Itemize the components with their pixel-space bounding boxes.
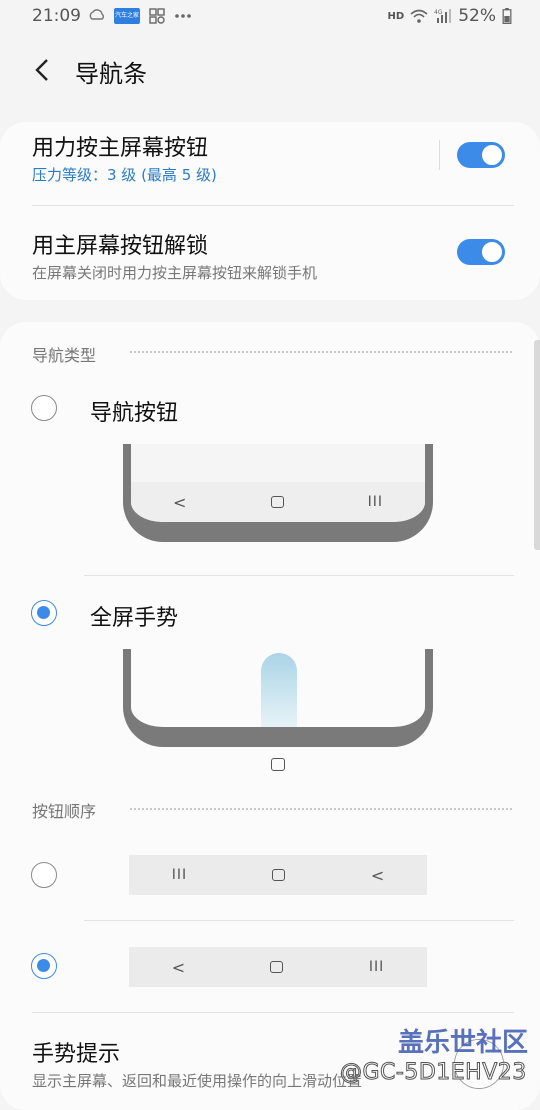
gestures-radio[interactable] (31, 600, 57, 626)
back-button[interactable] (22, 50, 62, 90)
order-option-2-bar[interactable]: < III (129, 947, 427, 987)
app-badge-icon: 汽车之家 (114, 8, 140, 24)
gestures-label[interactable]: 全屏手势 (90, 600, 178, 632)
recents-nav-icon: III (367, 494, 383, 510)
signal-icon: 4G (434, 9, 452, 23)
back-nav-icon: < (370, 865, 385, 885)
home-nav-icon (272, 869, 286, 881)
status-time: 21:09 (32, 6, 81, 26)
divider (32, 205, 514, 206)
order-option-1-radio[interactable] (31, 862, 57, 888)
order-option-2-radio[interactable] (31, 953, 57, 979)
nav-buttons-radio[interactable] (31, 395, 57, 421)
section-divider (130, 808, 512, 810)
force-press-toggle[interactable] (457, 142, 505, 168)
toggle-knob (480, 143, 504, 167)
divider (32, 1012, 514, 1013)
recents-nav-icon: III (171, 867, 188, 883)
home-hint-icon (271, 758, 285, 771)
gesture-hint-subtitle: 显示主屏幕、返回和最近使用操作的向上滑动位置 (32, 1072, 363, 1090)
gesture-swipe-indicator (261, 653, 297, 727)
gesture-hint-title: 手势提示 (32, 1042, 121, 1067)
back-nav-icon: < (171, 957, 186, 977)
network-label: 4G (434, 9, 443, 16)
order-option-1-bar[interactable]: III < (129, 855, 427, 895)
nav-type-label: 导航类型 (32, 346, 97, 365)
notification-icons: 汽车之家 (88, 8, 192, 24)
unlock-subtitle: 在屏幕关闭时用力按主屏幕按钮来解锁手机 (32, 264, 318, 282)
gestures-preview[interactable] (123, 649, 433, 747)
grid-app-icon (149, 8, 165, 24)
divider (439, 140, 440, 170)
home-button-settings-card: 用力按主屏幕按钮 压力等级：3 级 (最高 5 级) 用主屏幕按钮解锁 在屏幕关… (0, 122, 540, 300)
battery-icon (502, 8, 512, 24)
hd-badge: HD (387, 10, 405, 22)
back-nav-icon: < (173, 492, 187, 512)
button-order-label: 按钮顺序 (32, 802, 97, 821)
app-header: 导航条 (0, 40, 540, 100)
divider (84, 575, 514, 576)
force-press-title: 用力按主屏幕按钮 (32, 136, 209, 161)
nav-buttons-label[interactable]: 导航按钮 (90, 395, 178, 427)
back-arrow-icon (35, 59, 48, 81)
system-icons: HD 4G 52% (388, 6, 512, 26)
section-divider (130, 351, 512, 353)
nav-buttons-preview[interactable]: < III (123, 444, 433, 542)
watermark-user: @GC-5D1EHV23 (340, 1060, 527, 1086)
home-nav-icon (270, 961, 284, 973)
preview-navbar: < III (131, 482, 425, 522)
wifi-icon (410, 9, 428, 23)
unlock-title: 用主屏幕按钮解锁 (32, 234, 209, 259)
toggle-knob (480, 240, 504, 264)
battery-percent: 52% (458, 6, 496, 26)
force-press-subtitle: 压力等级：3 级 (最高 5 级) (32, 166, 217, 184)
edge-panel-handle[interactable] (534, 340, 540, 550)
divider (84, 920, 514, 921)
watermark-site: 盖乐世社区 (397, 1028, 528, 1058)
page-title: 导航条 (75, 60, 147, 88)
status-bar: 21:09 汽车之家 HD 4G 52% (0, 0, 540, 34)
cloud-icon (89, 9, 104, 20)
more-icon (175, 14, 191, 18)
recents-nav-icon: III (368, 959, 385, 975)
unlock-toggle[interactable] (457, 239, 505, 265)
home-nav-icon (270, 496, 284, 508)
